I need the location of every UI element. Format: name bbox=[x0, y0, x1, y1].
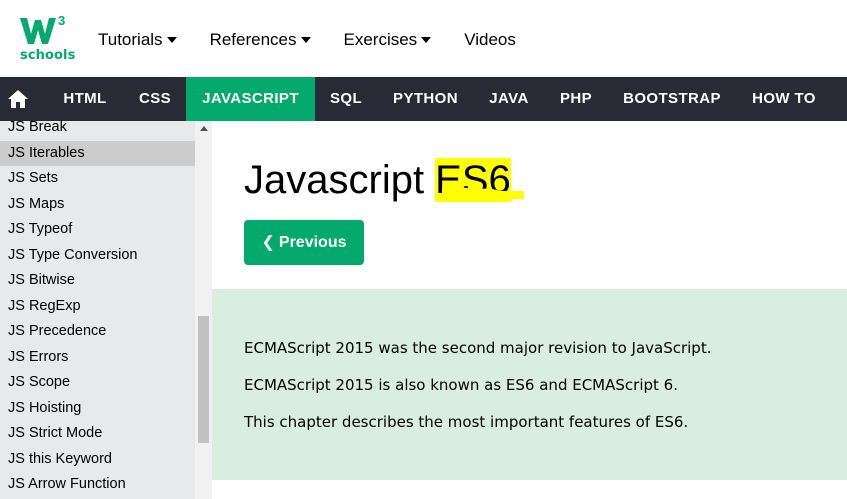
nav-php[interactable]: PHP bbox=[544, 77, 608, 121]
intro-paragraph-1: ECMAScript 2015 was the second major rev… bbox=[244, 339, 712, 357]
topnav-exercises-label: Exercises bbox=[343, 30, 418, 49]
nav-html[interactable]: HTML bbox=[46, 77, 124, 121]
w3-logo-mark-icon bbox=[20, 18, 56, 44]
sidebar-item-js-errors[interactable]: JS Errors bbox=[0, 345, 195, 370]
topnav-videos-label: Videos bbox=[464, 30, 516, 49]
previous-button[interactable]: ❮ Previous bbox=[244, 220, 364, 265]
caret-down-icon bbox=[300, 37, 311, 43]
intro-paragraph-2: ECMAScript 2015 is also known as ES6 and… bbox=[244, 376, 678, 394]
topnav-videos[interactable]: Videos bbox=[464, 30, 516, 50]
sidebar-item-js-this-keyword[interactable]: JS this Keyword bbox=[0, 447, 195, 472]
title-prefix: Javascript bbox=[244, 158, 436, 202]
intro-paragraph-3: This chapter describes the most importan… bbox=[244, 413, 689, 431]
nav-bootstrap[interactable]: BOOTSTRAP bbox=[608, 77, 736, 121]
caret-down-icon bbox=[166, 37, 177, 43]
sidebar-item-js-typeof[interactable]: JS Typeof bbox=[0, 217, 195, 242]
sidebar-item-js-sets[interactable]: JS Sets bbox=[0, 166, 195, 191]
nav-python[interactable]: PYTHON bbox=[377, 77, 474, 121]
main-navbar: HTML CSS JAVASCRIPT SQL PYTHON JAVA PHP … bbox=[0, 77, 847, 121]
sidebar-item-js-maps[interactable]: JS Maps bbox=[0, 192, 195, 217]
scrollbar-thumb[interactable] bbox=[198, 316, 209, 443]
nav-javascript[interactable]: JAVASCRIPT bbox=[186, 77, 315, 121]
sidebar-item-js-scope[interactable]: JS Scope bbox=[0, 370, 195, 395]
topnav-exercises[interactable]: Exercises bbox=[344, 30, 432, 50]
sidebar-item-js-precedence[interactable]: JS Precedence bbox=[0, 319, 195, 344]
sidebar-item-js-hoisting[interactable]: JS Hoisting bbox=[0, 396, 195, 421]
sidebar-item-js-strict-mode[interactable]: JS Strict Mode bbox=[0, 421, 195, 446]
w3schools-logo[interactable]: 3 schools bbox=[18, 13, 75, 64]
topnav-references[interactable]: References bbox=[210, 30, 311, 50]
sidebar-item-js-type-conversion[interactable]: JS Type Conversion bbox=[0, 243, 195, 268]
nav-java[interactable]: JAVA bbox=[474, 77, 544, 121]
scroll-up-arrow-icon[interactable] bbox=[200, 126, 208, 131]
caret-down-icon bbox=[421, 37, 432, 43]
intro-note: ECMAScript 2015 was the second major rev… bbox=[212, 289, 847, 480]
sidebar-item-js-arrow-function[interactable]: JS Arrow Function bbox=[0, 472, 195, 497]
previous-button-label: Previous bbox=[278, 234, 347, 251]
logo-superscript: 3 bbox=[58, 13, 66, 28]
sidebar-scrollbar[interactable] bbox=[195, 121, 212, 499]
sidebar-item-js-iterables[interactable]: JS Iterables bbox=[0, 140, 195, 166]
nav-sql[interactable]: SQL bbox=[315, 77, 377, 121]
nav-howto[interactable]: HOW TO bbox=[736, 77, 832, 121]
nav-css[interactable]: CSS bbox=[124, 77, 186, 121]
top-header: 3 schools Tutorials References Exercises… bbox=[0, 0, 847, 77]
sidebar-item-js-regexp[interactable]: JS RegExp bbox=[0, 294, 195, 319]
home-icon[interactable] bbox=[7, 89, 29, 109]
topnav-tutorials-label: Tutorials bbox=[98, 30, 163, 49]
topnav-tutorials[interactable]: Tutorials bbox=[98, 30, 177, 50]
sidebar-item-js-break[interactable]: JS Break bbox=[0, 121, 195, 140]
chevron-left-icon: ❮ bbox=[261, 234, 275, 251]
sidebar-item-js-bitwise[interactable]: JS Bitwise bbox=[0, 268, 195, 293]
sidebar: JS Break JS Iterables JS Sets JS Maps JS… bbox=[0, 121, 212, 499]
logo-text: schools bbox=[20, 48, 76, 63]
top-navigation: Tutorials References Exercises Videos bbox=[98, 30, 549, 50]
topnav-references-label: References bbox=[209, 30, 297, 49]
highlight-marker-stroke bbox=[442, 187, 524, 199]
